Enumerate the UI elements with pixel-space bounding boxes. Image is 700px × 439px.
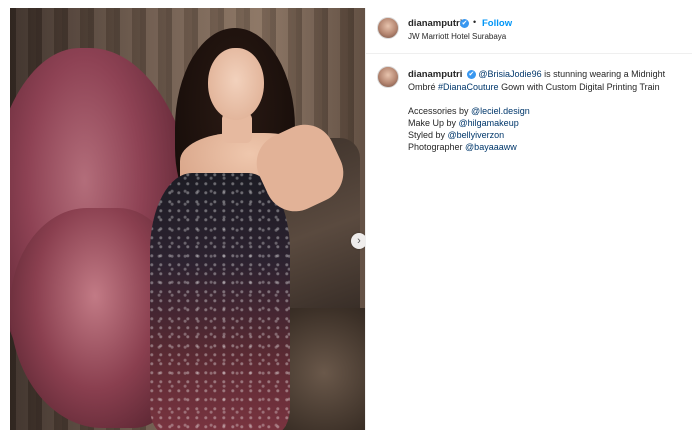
mention-link[interactable]: @hilgamakeup xyxy=(459,118,519,128)
post-header: dianamputri ✔ • Follow JW Marriott Hotel… xyxy=(366,8,692,54)
panel-divider xyxy=(365,8,366,430)
sequin-gown xyxy=(150,173,290,430)
credit-label: Make Up by xyxy=(408,118,459,128)
credit-line: Styled by @bellyiverzon xyxy=(408,129,678,141)
follow-button[interactable]: Follow xyxy=(482,18,512,29)
caption-segment: Gown with Custom Digital Printing Train xyxy=(498,82,660,92)
caption-username[interactable]: dianamputri xyxy=(408,69,462,80)
credit-line: Photographer @bayaaaww xyxy=(408,141,678,153)
credit-label: Styled by xyxy=(408,130,448,140)
credit-label: Accessories by xyxy=(408,106,472,116)
location-link[interactable]: JW Marriott Hotel Surabaya xyxy=(408,32,506,41)
header-username[interactable]: dianamputri xyxy=(408,18,462,29)
separator-dot: • xyxy=(473,17,477,27)
model-face xyxy=(208,48,264,120)
caption-text: dianamputri ✔ @BrisiaJodie96 is stunning… xyxy=(408,68,678,153)
profile-avatar[interactable] xyxy=(377,17,399,39)
credit-line: Accessories by @leciel.design xyxy=(408,105,678,117)
hashtag-link[interactable]: #DianaCouture xyxy=(438,82,499,92)
post-photo[interactable]: › xyxy=(10,8,365,430)
chevron-right-icon[interactable]: › xyxy=(351,233,365,249)
mention-link[interactable]: @leciel.design xyxy=(471,106,530,116)
mention-link[interactable]: @bayaaaww xyxy=(465,142,517,152)
mention-link[interactable]: @bellyiverzon xyxy=(448,130,505,140)
mention-link[interactable]: @BrisiaJodie96 xyxy=(478,69,541,79)
instagram-post-frame: › dianamputri ✔ • Follow JW Marriott Hot… xyxy=(0,0,700,439)
credit-line: Make Up by @hilgamakeup xyxy=(408,117,678,129)
credit-label: Photographer xyxy=(408,142,466,152)
verified-badge-icon: ✔ xyxy=(466,70,476,80)
caption-avatar[interactable] xyxy=(377,66,399,88)
verified-badge-icon: ✔ xyxy=(460,19,469,28)
